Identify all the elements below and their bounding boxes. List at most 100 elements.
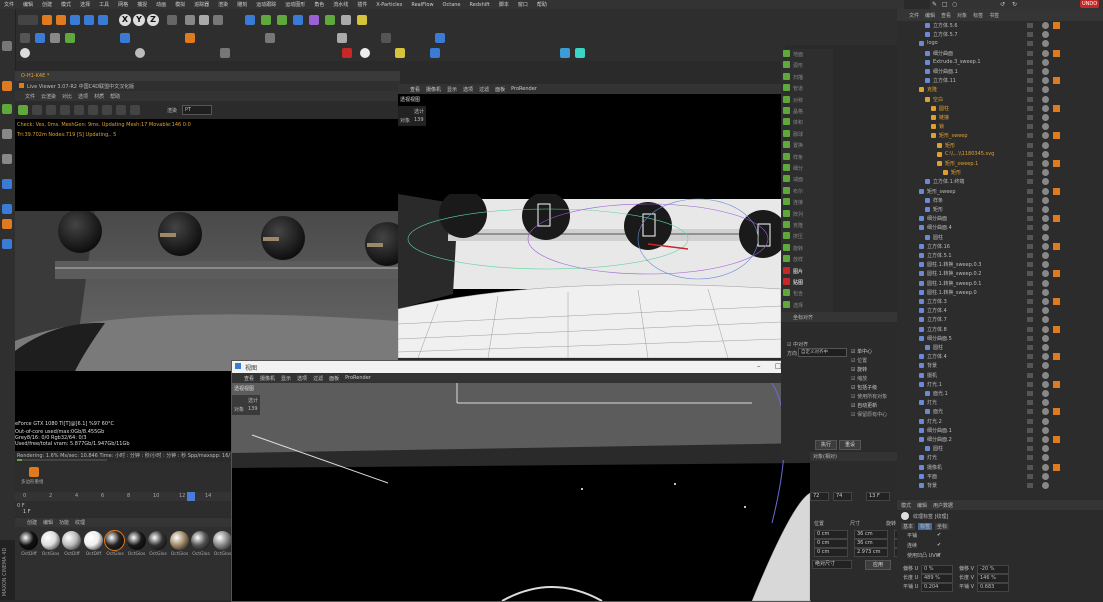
visibility-dots[interactable]	[1027, 372, 1033, 378]
generator-tool-item[interactable]: 融球	[781, 129, 833, 139]
move-tool-icon[interactable]	[56, 15, 66, 25]
region-icon[interactable]	[74, 105, 84, 115]
coord-apply-button[interactable]: 应用	[865, 560, 891, 570]
visibility-dots[interactable]	[1027, 280, 1033, 286]
material-swatch[interactable]	[148, 531, 167, 550]
align-option[interactable]: ☑ 包括子级	[851, 384, 877, 391]
visibility-dots[interactable]	[1027, 225, 1033, 231]
coord-mode-select[interactable]: 对象(相对)	[813, 453, 837, 460]
menu-item[interactable]: 文件	[4, 1, 14, 8]
generator-tool-item[interactable]: 地面	[781, 49, 833, 59]
viewport-menu-item[interactable]: 摄像机	[260, 375, 275, 382]
sphere-icon[interactable]	[20, 48, 30, 58]
object-manager-menu-item[interactable]: 标签	[973, 12, 983, 19]
coord-num-c[interactable]: 13 F	[866, 492, 890, 501]
visibility-dots[interactable]	[1027, 216, 1033, 222]
live-viewer-menu-item[interactable]: 文件	[25, 93, 35, 100]
menu-item[interactable]: 雕刻	[237, 1, 247, 8]
octane-settings-icon[interactable]	[381, 33, 391, 43]
visibility-dots[interactable]	[1027, 105, 1033, 111]
record-icon[interactable]	[342, 48, 352, 58]
pause-icon[interactable]	[46, 105, 56, 115]
object-row[interactable]: 立方体.7	[897, 315, 1103, 324]
render-view-icon[interactable]	[185, 15, 195, 25]
offset-field[interactable]: -20 %	[977, 565, 1009, 574]
live-viewer-menu-item[interactable]: 帮助	[110, 93, 120, 100]
undo-icon[interactable]: ↺	[1000, 1, 1005, 8]
emitter-icon[interactable]	[35, 33, 45, 43]
object-row[interactable]: 圆柱	[897, 233, 1103, 242]
object-row[interactable]: 灯光.2	[897, 417, 1103, 426]
visibility-dots[interactable]	[1027, 197, 1033, 203]
material-swatch[interactable]	[169, 531, 189, 550]
live-viewer-menu-item[interactable]: 选项	[78, 93, 88, 100]
coord-num-a[interactable]: 72	[810, 492, 829, 501]
visibility-dots[interactable]	[1027, 243, 1033, 249]
edges-mode-icon[interactable]	[2, 154, 12, 164]
floating-viewport-canvas[interactable]: 透视视图 选计 对象 139	[232, 383, 810, 601]
object-row[interactable]: 圆柱	[897, 444, 1103, 453]
sun-icon[interactable]	[395, 48, 405, 58]
visibility-dots[interactable]	[1027, 308, 1033, 314]
menu-item[interactable]: 窗口	[518, 1, 528, 8]
menu-item[interactable]: 捕捉	[137, 1, 147, 8]
object-row[interactable]: 立方体.16	[897, 242, 1103, 251]
generator-tool-item[interactable]: 选择	[781, 300, 833, 310]
viewport-menu-item[interactable]: 查看	[410, 86, 420, 93]
array-icon[interactable]	[293, 15, 303, 25]
generator-tool-item[interactable]: 图片	[781, 266, 833, 276]
material-swatch[interactable]	[191, 531, 210, 550]
attributes-menu-item[interactable]: 编辑	[917, 502, 927, 509]
attribute-checkbox[interactable]: ✔	[937, 542, 941, 548]
object-row[interactable]: 矩形_sweep	[897, 131, 1103, 140]
viewport-menu-item[interactable]: 面板	[329, 375, 339, 382]
x-particles-icon[interactable]	[20, 33, 30, 43]
visibility-dots[interactable]	[1027, 317, 1033, 323]
object-row[interactable]: 灯光	[897, 398, 1103, 407]
material-swatch[interactable]	[212, 531, 232, 550]
visibility-dots[interactable]	[1027, 326, 1033, 332]
visibility-dots[interactable]	[1027, 473, 1033, 479]
workplane-icon[interactable]	[2, 239, 12, 249]
attribute-tab[interactable]: 标签	[918, 523, 933, 530]
object-manager-menu-item[interactable]: 文件	[909, 12, 919, 19]
material-swatch[interactable]	[19, 531, 38, 550]
cache-icon[interactable]	[265, 33, 275, 43]
light-icon[interactable]	[357, 15, 367, 25]
generator-tool-item[interactable]: 放样	[781, 254, 833, 264]
live-viewer-menu-item[interactable]: 对比	[62, 93, 72, 100]
cube-icon[interactable]	[245, 15, 255, 25]
align-option[interactable]: ☑ 缩放	[851, 375, 867, 382]
object-row[interactable]: 立方体.11	[897, 76, 1103, 85]
z-axis-button[interactable]: Z	[147, 14, 159, 26]
undo-badge[interactable]: UNDO	[1080, 0, 1100, 8]
viewport-menu-item[interactable]: 选项	[463, 86, 473, 93]
realflow-icon[interactable]	[337, 33, 347, 43]
object-row[interactable]: 立方体.5.7	[897, 30, 1103, 39]
menu-item[interactable]: 模拟	[175, 1, 185, 8]
visibility-dots[interactable]	[1027, 418, 1033, 424]
octane-live-icon[interactable]	[435, 33, 445, 43]
visibility-dots[interactable]	[1027, 455, 1033, 461]
object-row[interactable]: 圆柱.1.转换_sweep.0.2	[897, 269, 1103, 278]
object-manager-menu-item[interactable]: 对象	[957, 12, 967, 19]
viewport-menu-item[interactable]: 显示	[447, 86, 457, 93]
menu-item[interactable]: 工具	[99, 1, 109, 8]
polygon-reduce-icon[interactable]	[29, 467, 39, 477]
object-row[interactable]: 链接	[897, 113, 1103, 122]
object-row[interactable]: 细分曲面	[897, 214, 1103, 223]
attributes-menu-item[interactable]: 模式	[901, 502, 911, 509]
visibility-dots[interactable]	[1027, 345, 1033, 350]
compare-icon[interactable]	[130, 105, 140, 115]
object-row[interactable]: 细分曲面.1	[897, 426, 1103, 435]
object-row[interactable]: 圆柱.1.转换_sweep.0	[897, 288, 1103, 297]
make-editable-icon[interactable]	[2, 41, 12, 51]
object-row[interactable]: 空白	[897, 95, 1103, 104]
object-row[interactable]: 样条	[897, 196, 1103, 205]
render-picture-icon[interactable]	[199, 15, 209, 25]
menu-item[interactable]: 渲染	[218, 1, 228, 8]
viewport-menu-item[interactable]: 查看	[244, 375, 254, 382]
floating-window-titlebar[interactable]: 视图 – □ ✕	[232, 361, 810, 373]
object-row[interactable]: 圆柱.1.转换_sweep.0.3	[897, 260, 1103, 269]
pick-focus-icon[interactable]	[60, 105, 70, 115]
